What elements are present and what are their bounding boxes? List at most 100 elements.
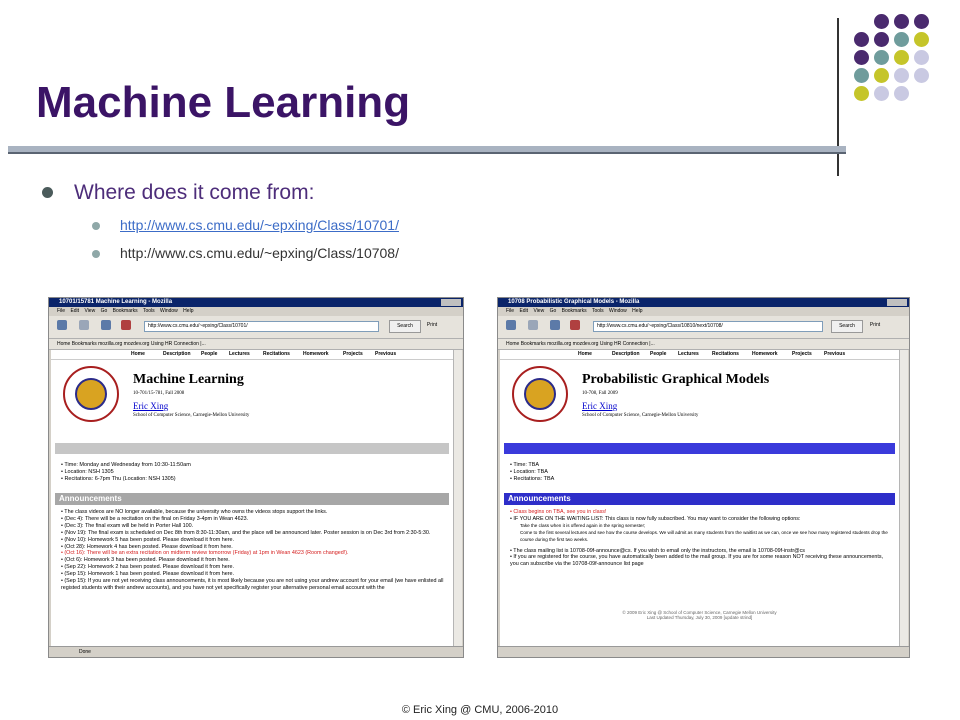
tab-previous[interactable]: Previous bbox=[824, 350, 845, 359]
tab-home[interactable]: Home bbox=[131, 350, 145, 359]
print-button[interactable]: Print bbox=[866, 320, 884, 331]
page-content: Home Description People Lectures Recitat… bbox=[51, 350, 453, 646]
announcement-item: • IF YOU ARE ON THE WAITING LIST: This c… bbox=[510, 515, 801, 522]
navigation-toolbar: http://www.cs.cmu.edu/~epxing/Class/1081… bbox=[498, 316, 909, 339]
announcements-heading: Announcements bbox=[55, 493, 449, 505]
info-recitations: • Recitations: TBA bbox=[510, 476, 555, 482]
search-button[interactable]: Search bbox=[831, 320, 863, 333]
instructor-link[interactable]: Eric Xing bbox=[582, 401, 617, 411]
decorative-dot bbox=[914, 50, 929, 65]
announcement-item: • (Sep 22): Homework 2 has been posted. … bbox=[61, 564, 234, 571]
announcement-subitem: Come to the first several lectures and s… bbox=[520, 529, 888, 542]
window-title-bar: 10701/15781 Machine Learning - Mozilla bbox=[49, 298, 463, 307]
tab-recitations[interactable]: Recitations bbox=[712, 350, 739, 359]
announcement-subitem: Take the class when it is offered again … bbox=[520, 522, 646, 528]
announcement-item: • (Nov 10): Homework 5 has been posted. … bbox=[61, 536, 234, 543]
seal-emblem bbox=[75, 378, 107, 410]
tab-homework[interactable]: Homework bbox=[752, 350, 778, 359]
course-title: Probabilistic Graphical Models bbox=[582, 372, 770, 387]
window-title: 10708 Probabilistic Graphical Models - M… bbox=[508, 299, 640, 305]
browser-window-10708: 10708 Probabilistic Graphical Models - M… bbox=[497, 297, 910, 658]
tab-people[interactable]: People bbox=[650, 350, 666, 359]
tab-description[interactable]: Description bbox=[163, 350, 191, 359]
decorative-dot bbox=[894, 32, 909, 47]
reload-button[interactable] bbox=[550, 320, 560, 330]
site-nav-tabs: Home Description People Lectures Recitat… bbox=[500, 350, 899, 360]
announcement-item-highlight: • Class begins on TBA, see you in class! bbox=[510, 509, 607, 515]
tab-people[interactable]: People bbox=[201, 350, 217, 359]
link-10708[interactable]: http://www.cs.cmu.edu/~epxing/Class/1070… bbox=[120, 245, 399, 261]
bookmarks-bar[interactable]: Home Bookmarks mozilla.org mozdev.org Us… bbox=[49, 339, 463, 350]
decorative-dot bbox=[894, 68, 909, 83]
address-field[interactable]: http://www.cs.cmu.edu/~epxing/Class/1081… bbox=[593, 321, 823, 332]
reload-button[interactable] bbox=[101, 320, 111, 330]
info-time: • Time: TBA bbox=[510, 462, 540, 468]
info-location: • Location: TBA bbox=[510, 469, 548, 475]
cmu-seal-logo bbox=[63, 366, 119, 422]
decorative-dot bbox=[914, 14, 929, 29]
announcement-item: • (Sep 15): Homework 1 has been posted. … bbox=[61, 571, 234, 578]
announcement-item: • (Nov 19): The final exam is scheduled … bbox=[61, 529, 431, 536]
announcement-item: • (Oct 6): Homework 3 has been posted. P… bbox=[61, 557, 230, 564]
link-10701[interactable]: http://www.cs.cmu.edu/~epxing/Class/1070… bbox=[120, 217, 399, 233]
window-title: 10701/15781 Machine Learning - Mozilla bbox=[59, 299, 173, 305]
tab-previous[interactable]: Previous bbox=[375, 350, 396, 359]
site-nav-tabs: Home Description People Lectures Recitat… bbox=[51, 350, 453, 360]
stop-button[interactable] bbox=[121, 320, 131, 330]
tab-projects[interactable]: Projects bbox=[343, 350, 363, 359]
section-bar bbox=[504, 443, 895, 454]
window-controls[interactable] bbox=[441, 299, 461, 306]
decorative-dot bbox=[914, 32, 929, 47]
school-name: School of Computer Science, Carnegie-Mel… bbox=[133, 413, 250, 418]
print-button[interactable]: Print bbox=[423, 320, 441, 331]
tab-lectures[interactable]: Lectures bbox=[229, 350, 250, 359]
announcement-item: • (Dec 3): The final exam will be held i… bbox=[61, 522, 194, 529]
decorative-dot bbox=[874, 50, 889, 65]
vertical-scrollbar[interactable] bbox=[453, 350, 462, 646]
announcement-item: • The class mailing list is 10708-09f-an… bbox=[510, 547, 805, 554]
bullet-text: Where does it come from: bbox=[74, 181, 315, 204]
tab-homework[interactable]: Homework bbox=[303, 350, 329, 359]
school-name: School of Computer Science, Carnegie-Mel… bbox=[582, 413, 699, 418]
decorative-dot bbox=[874, 32, 889, 47]
instructor-link[interactable]: Eric Xing bbox=[133, 401, 168, 411]
decorative-dot bbox=[894, 50, 909, 65]
tab-lectures[interactable]: Lectures bbox=[678, 350, 699, 359]
page-footer-updated: Last Updated Thursday, July 30, 2009 [up… bbox=[646, 615, 753, 620]
bookmarks-bar[interactable]: Home Bookmarks mozilla.org mozdev.org Us… bbox=[498, 339, 909, 350]
tab-description[interactable]: Description bbox=[612, 350, 640, 359]
back-button[interactable] bbox=[506, 320, 516, 330]
title-rule-shadow bbox=[8, 152, 846, 154]
menu-bar[interactable]: File Edit View Go Bookmarks Tools Window… bbox=[498, 307, 909, 316]
course-info: • Time: Monday and Wednesday from 10:30-… bbox=[61, 462, 191, 483]
course-number: 10-708, Fall 2009 bbox=[582, 391, 618, 396]
decorative-dot bbox=[894, 86, 909, 101]
status-bar: Done bbox=[49, 646, 463, 657]
bullet-dot bbox=[42, 187, 53, 198]
back-button[interactable] bbox=[57, 320, 67, 330]
forward-button[interactable] bbox=[79, 320, 89, 330]
stop-button[interactable] bbox=[570, 320, 580, 330]
decorative-dot bbox=[894, 14, 909, 29]
announcement-item: • The class videos are NO longer availab… bbox=[61, 509, 328, 515]
decorative-dot bbox=[854, 86, 869, 101]
browser-window-10701: 10701/15781 Machine Learning - Mozilla F… bbox=[48, 297, 464, 658]
vertical-scrollbar[interactable] bbox=[899, 350, 908, 646]
slide-footer: © Eric Xing @ CMU, 2006-2010 bbox=[401, 704, 559, 716]
search-button[interactable]: Search bbox=[389, 320, 421, 333]
tab-recitations[interactable]: Recitations bbox=[263, 350, 290, 359]
window-controls[interactable] bbox=[887, 299, 907, 306]
tab-projects[interactable]: Projects bbox=[792, 350, 812, 359]
announcements-list: • Class begins on TBA, see you in class!… bbox=[510, 509, 893, 568]
forward-button[interactable] bbox=[528, 320, 538, 330]
tab-home[interactable]: Home bbox=[578, 350, 592, 359]
page-footer: © 2009 Eric Xing @ School of Computer Sc… bbox=[500, 610, 899, 620]
seal-emblem bbox=[524, 378, 556, 410]
info-time: • Time: Monday and Wednesday from 10:30-… bbox=[61, 462, 191, 468]
address-field[interactable]: http://www.cs.cmu.edu/~epxing/Class/1070… bbox=[144, 321, 379, 332]
sub-bullet-dot bbox=[92, 222, 100, 230]
menu-bar[interactable]: File Edit View Go Bookmarks Tools Window… bbox=[49, 307, 463, 316]
info-location: • Location: NSH 1305 bbox=[61, 469, 114, 475]
announcement-item: • (Sep 15): If you are not yet receiving… bbox=[61, 578, 444, 591]
cmu-seal-logo bbox=[512, 366, 568, 422]
